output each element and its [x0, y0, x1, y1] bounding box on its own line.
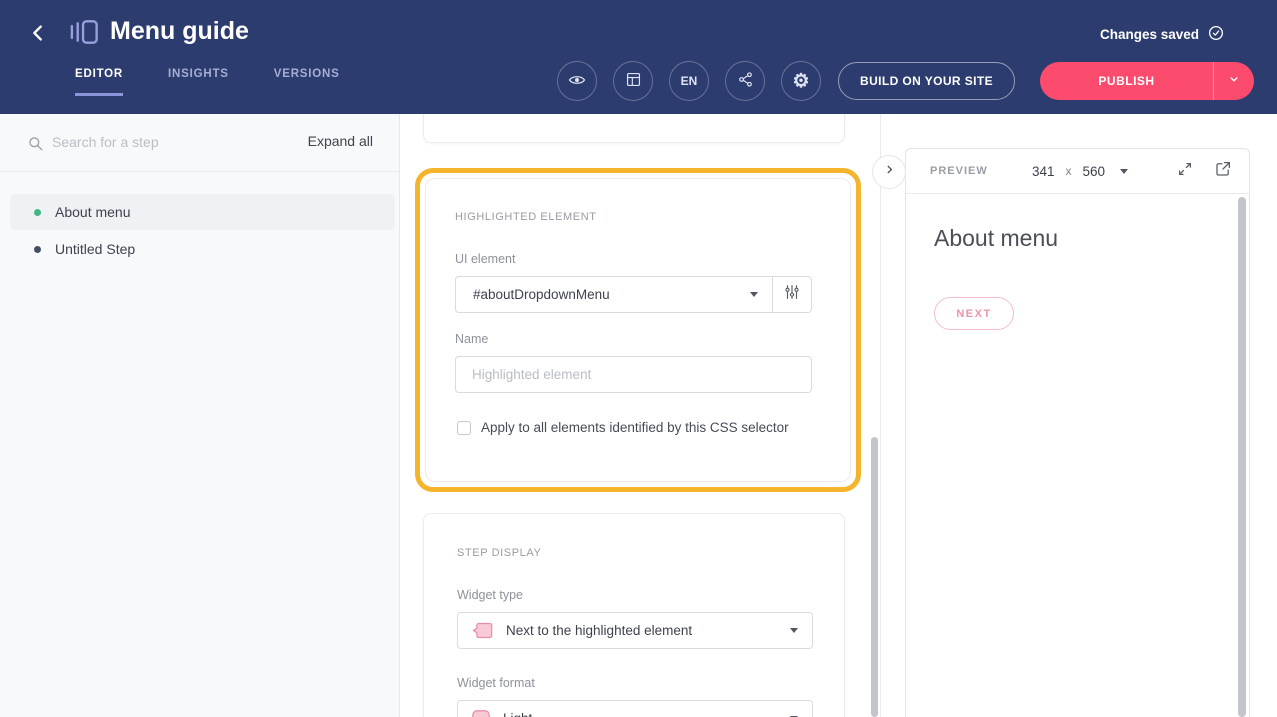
chevron-down-icon: [1227, 72, 1241, 91]
preview-header: PREVIEW 341 x 560: [906, 149, 1249, 194]
save-status-label: Changes saved: [1100, 27, 1199, 42]
widget-format-icon: [471, 709, 491, 717]
widget-format-select[interactable]: Light: [457, 700, 813, 717]
apply-all-checkbox[interactable]: [457, 421, 471, 435]
step-list: About menu Untitled Step: [10, 194, 395, 268]
step-search-row: Expand all: [0, 114, 399, 172]
step-item-about-menu[interactable]: About menu: [10, 194, 395, 230]
name-label: Name: [455, 332, 488, 346]
preview-scrollbar[interactable]: [1238, 197, 1246, 717]
step-display-card: STEP DISPLAY Widget type Next to the hig…: [423, 513, 845, 717]
editor-scrollbar[interactable]: [871, 437, 878, 717]
tour-cards-icon: [68, 18, 101, 51]
chevron-right-icon: [882, 162, 897, 182]
step-status-dot: [34, 209, 41, 216]
widget-type-select[interactable]: Next to the highlighted element: [457, 612, 813, 649]
ui-element-label: UI element: [455, 252, 515, 266]
preview-size-separator: x: [1066, 164, 1072, 178]
layout-button[interactable]: [613, 61, 653, 101]
preview-header-icons: [1176, 149, 1232, 193]
back-button[interactable]: [24, 21, 52, 49]
preview-width: 341: [1032, 164, 1055, 179]
search-icon: [26, 134, 45, 158]
navbar-icon-buttons: EN ⚙: [557, 61, 821, 101]
element-picker-button[interactable]: [772, 277, 811, 312]
widget-type-label: Widget type: [457, 588, 523, 602]
widget-type-value: Next to the highlighted element: [494, 623, 790, 638]
open-external-icon: [1214, 160, 1232, 183]
ui-element-select[interactable]: #aboutDropdownMenu: [455, 276, 812, 313]
preview-height: 560: [1083, 164, 1106, 179]
settings-button[interactable]: ⚙: [781, 61, 821, 101]
publish-dropdown-button[interactable]: [1214, 62, 1254, 100]
ui-element-value: #aboutDropdownMenu: [456, 287, 750, 302]
top-navbar: Menu guide Changes saved EDITOR INSIGHTS…: [0, 0, 1277, 114]
chevron-left-icon: [27, 22, 49, 49]
preview-region: PREVIEW 341 x 560: [881, 114, 1277, 717]
editor-tabs: EDITOR INSIGHTS VERSIONS: [75, 68, 340, 96]
previous-settings-card: [423, 114, 845, 143]
preview-size-dropdown[interactable]: 341 x 560: [1032, 149, 1128, 193]
tab-editor[interactable]: EDITOR: [75, 68, 123, 96]
check-circle-icon: [1207, 24, 1225, 45]
app-root: Menu guide Changes saved EDITOR INSIGHTS…: [0, 0, 1277, 717]
section-title: STEP DISPLAY: [457, 547, 541, 559]
preview-eye-button[interactable]: [557, 61, 597, 101]
language-button[interactable]: EN: [669, 61, 709, 101]
tab-insights[interactable]: INSIGHTS: [168, 68, 229, 96]
preview-next-button[interactable]: NEXT: [934, 297, 1014, 330]
step-item-untitled-step[interactable]: Untitled Step: [10, 231, 395, 267]
expand-preview-button[interactable]: [1176, 160, 1194, 183]
share-icon: [736, 70, 755, 92]
name-input[interactable]: [455, 356, 812, 393]
page-title: Menu guide: [110, 17, 249, 46]
preview-step-title: About menu: [934, 225, 1058, 252]
build-on-your-site-button[interactable]: BUILD ON YOUR SITE: [838, 62, 1015, 100]
chevron-down-icon: [1120, 169, 1128, 174]
apply-all-label: Apply to all elements identified by this…: [481, 420, 789, 435]
highlighted-element-ring: HIGHLIGHTED ELEMENT UI element #aboutDro…: [415, 168, 861, 492]
widget-format-label: Widget format: [457, 676, 535, 690]
collapse-preview-button[interactable]: [872, 155, 906, 189]
preview-title: PREVIEW: [930, 165, 988, 177]
preview-card: PREVIEW 341 x 560: [905, 148, 1250, 717]
open-in-new-window-button[interactable]: [1214, 160, 1232, 183]
section-title: HIGHLIGHTED ELEMENT: [455, 211, 597, 223]
step-item-label: About menu: [55, 204, 131, 220]
step-search-input[interactable]: [52, 129, 262, 155]
expand-all-link[interactable]: Expand all: [308, 133, 373, 149]
publish-button-group: PUBLISH: [1040, 62, 1254, 100]
layout-icon: [624, 70, 643, 92]
gear-icon: ⚙: [792, 72, 809, 91]
steps-sidebar: Expand all About menu Untitled Step: [0, 114, 400, 717]
apply-all-row: Apply to all elements identified by this…: [457, 420, 789, 435]
step-item-label: Untitled Step: [55, 241, 135, 257]
highlighted-element-card: HIGHLIGHTED ELEMENT UI element #aboutDro…: [425, 178, 851, 482]
eye-icon: [567, 70, 587, 93]
tab-versions[interactable]: VERSIONS: [274, 68, 340, 96]
chevron-down-icon: [750, 292, 758, 297]
editor-main-panel: HIGHLIGHTED ELEMENT UI element #aboutDro…: [400, 114, 881, 717]
step-status-dot: [34, 246, 41, 253]
share-button[interactable]: [725, 61, 765, 101]
sliders-icon: [783, 283, 801, 306]
chevron-down-icon: [790, 628, 798, 633]
language-label: EN: [681, 74, 698, 88]
publish-button[interactable]: PUBLISH: [1040, 62, 1213, 100]
expand-icon: [1176, 160, 1194, 183]
save-status: Changes saved: [1100, 24, 1225, 45]
widget-format-value: Light: [491, 711, 790, 717]
tooltip-bubble-icon: [471, 620, 494, 641]
